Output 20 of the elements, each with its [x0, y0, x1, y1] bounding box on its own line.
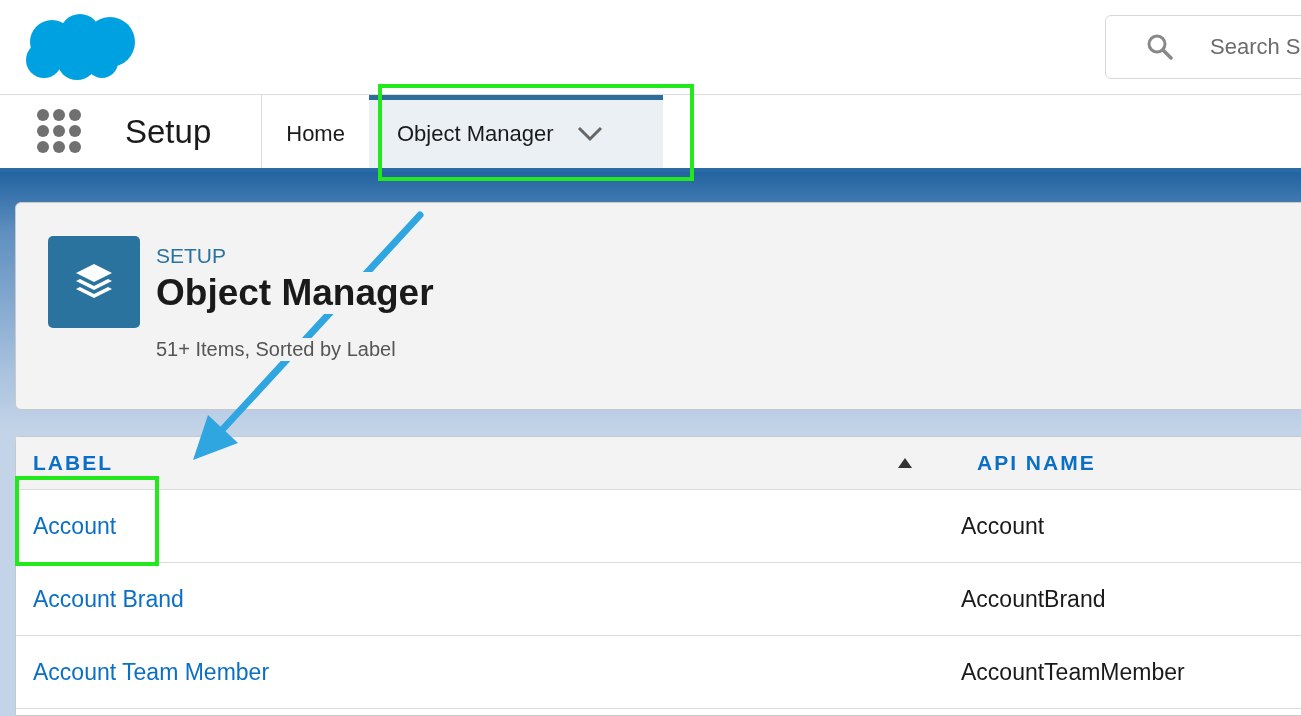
page-eyebrow: SETUP	[156, 244, 227, 268]
object-link[interactable]: Account	[33, 512, 117, 540]
object-link[interactable]: Account Brand	[33, 585, 184, 613]
layers-icon	[48, 236, 140, 328]
object-link[interactable]: Account Team Member	[33, 658, 270, 686]
api-name-cell-text: AccountBrand	[961, 585, 1107, 613]
nav-tab[interactable]: Home	[262, 95, 369, 168]
sort-up-icon[interactable]	[898, 458, 912, 468]
app-launcher-icon[interactable]	[37, 109, 81, 153]
column-header[interactable]: LABEL	[16, 451, 113, 475]
search-icon	[1147, 34, 1173, 60]
api-name-cell-text: AccountTeamMember	[961, 658, 1186, 686]
app-name: Setup	[125, 95, 263, 168]
item-count: 51+ Items, Sorted by Label	[156, 338, 396, 361]
chevron-down-icon[interactable]	[577, 126, 604, 142]
nav-tab[interactable]: Object Manager	[368, 95, 663, 168]
api-name-cell-text: Account	[961, 512, 1046, 540]
page-title: Object Manager	[156, 272, 434, 314]
column-header[interactable]: API NAME	[960, 451, 1096, 475]
search-field[interactable]: Search S	[1105, 15, 1301, 79]
